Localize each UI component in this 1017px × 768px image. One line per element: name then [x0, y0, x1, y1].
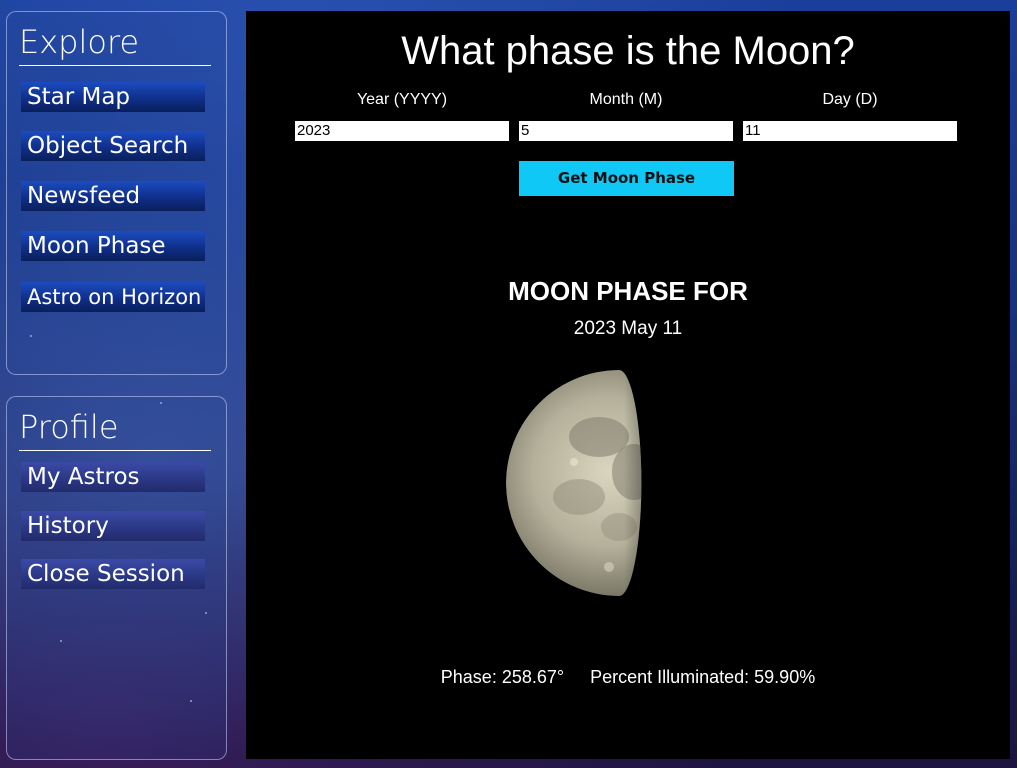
- day-input[interactable]: [743, 121, 957, 141]
- day-label: Day (D): [822, 91, 878, 108]
- result-stats: Phase: 258.67° Percent Illuminated: 59.90…: [246, 666, 1010, 688]
- nav-object-search-button[interactable]: Object Search: [21, 131, 205, 161]
- result-date: 2023 May 11: [573, 318, 683, 339]
- explore-title: Explore: [19, 23, 140, 61]
- profile-title: Profile: [19, 408, 119, 446]
- profile-divider: [19, 450, 211, 451]
- nav-astro-on-horizon-button[interactable]: Astro on Horizon: [21, 282, 205, 312]
- nav-newsfeed-button[interactable]: Newsfeed: [21, 181, 205, 211]
- get-moon-phase-button[interactable]: Get Moon Phase: [519, 161, 734, 196]
- explore-panel: Explore Star Map Object Search Newsfeed …: [6, 11, 227, 375]
- illumination-value: Percent Illuminated: 59.90%: [590, 667, 816, 687]
- year-label: Year (YYYY): [356, 91, 448, 108]
- month-label: Month (M): [589, 91, 663, 108]
- nav-my-astros-button[interactable]: My Astros: [21, 462, 205, 492]
- page-title: What phase is the Moon?: [401, 29, 855, 73]
- profile-panel: Profile My Astros History Close Session: [6, 396, 227, 760]
- month-input[interactable]: [519, 121, 733, 141]
- phase-value: Phase: 258.67°: [440, 667, 565, 687]
- moon-image: [504, 367, 734, 599]
- explore-divider: [19, 65, 211, 66]
- nav-moon-phase-button[interactable]: Moon Phase: [21, 231, 205, 261]
- nav-history-button[interactable]: History: [21, 511, 205, 541]
- result-heading: MOON PHASE FOR: [508, 276, 748, 306]
- nav-star-map-button[interactable]: Star Map: [21, 82, 205, 112]
- moon-phase-main: What phase is the Moon? Year (YYYY) Mont…: [246, 11, 1010, 759]
- year-input[interactable]: [295, 121, 509, 141]
- nav-close-session-button[interactable]: Close Session: [21, 559, 205, 589]
- moon-icon: [506, 370, 642, 596]
